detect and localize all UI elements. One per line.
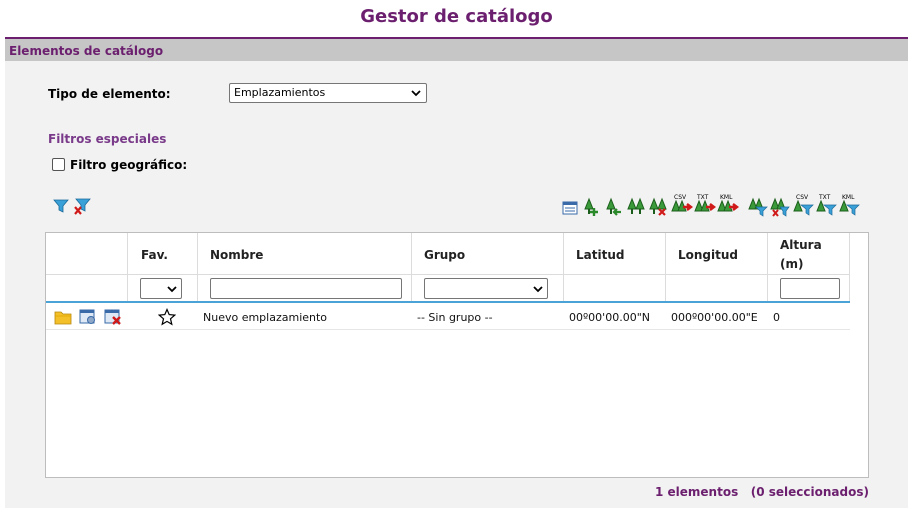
export-kml-icon[interactable]: KML — [717, 193, 739, 217]
fav-filter-select[interactable] — [140, 278, 182, 299]
filter-cell-altura — [768, 275, 850, 301]
page-title: Gestor de catálogo — [360, 6, 553, 27]
cell-nombre: Nuevo emplazamiento — [203, 311, 328, 324]
filtered-sites-icon[interactable] — [748, 197, 768, 217]
col-actions — [46, 233, 128, 274]
export-csv-icon[interactable]: CSV — [671, 193, 693, 217]
nombre-filter-input[interactable] — [210, 278, 402, 299]
chevron-down-icon — [533, 286, 543, 293]
col-grupo-title: Grupo — [424, 248, 466, 262]
table-row[interactable]: Nuevo emplazamiento -- Sin grupo -- 00º0… — [46, 304, 850, 330]
cell-grupo: -- Sin grupo -- — [417, 311, 493, 324]
import-site-icon[interactable] — [604, 197, 622, 217]
grupo-filter-select[interactable] — [424, 278, 548, 299]
altura-filter-input[interactable] — [780, 278, 840, 299]
filter-row — [46, 275, 850, 303]
txt-tag-2: TXT — [818, 194, 831, 201]
filter-cell-nombre — [198, 275, 412, 301]
col-altura-title: Altura — [780, 238, 822, 252]
col-altura[interactable]: Altura (m) — [768, 233, 850, 274]
export-filtered-csv-icon[interactable]: CSV — [793, 193, 815, 217]
col-nombre-title: Nombre — [210, 248, 264, 262]
txt-tag: TXT — [696, 194, 709, 201]
col-latitud-title: Latitud — [576, 248, 625, 262]
filter-icon[interactable] — [53, 198, 69, 214]
chevron-down-icon — [411, 90, 421, 97]
tipo-elemento-select[interactable]: Emplazamientos — [229, 83, 427, 103]
element-count: 1 elementos (0 seleccionados) — [655, 485, 869, 499]
delete-filtered-icon[interactable] — [770, 197, 790, 217]
clear-filter-icon[interactable] — [73, 198, 91, 216]
export-txt-icon[interactable]: TXT — [694, 193, 716, 217]
col-fav-title: Fav. — [141, 248, 168, 262]
delete-sites-icon[interactable] — [649, 197, 667, 217]
table-header: Fav. Nombre Grupo Latitud Longitud Altur… — [46, 233, 850, 275]
filtros-especiales-title: Filtros especiales — [48, 132, 167, 146]
edit-properties-icon[interactable] — [79, 309, 97, 325]
folder-icon[interactable] — [54, 309, 72, 325]
filter-cell-actions — [46, 275, 128, 301]
filtro-geografico-checkbox[interactable] — [52, 158, 65, 171]
col-nombre[interactable]: Nombre — [198, 233, 412, 274]
filter-cell-grupo — [412, 275, 564, 301]
filter-cell-fav — [128, 275, 198, 301]
col-grupo[interactable]: Grupo — [412, 233, 564, 274]
col-longitud-title: Longitud — [678, 248, 739, 262]
cell-longitud: 000º00'00.00"E — [671, 311, 758, 324]
delete-row-icon[interactable] — [104, 309, 122, 325]
cell-altura: 0 — [773, 311, 780, 324]
tipo-elemento-value: Emplazamientos — [234, 86, 326, 99]
add-site-icon[interactable] — [582, 197, 600, 217]
favorite-star-icon[interactable] — [158, 308, 176, 326]
export-filtered-txt-icon[interactable]: TXT — [816, 193, 838, 217]
tipo-elemento-label: Tipo de elemento: — [48, 87, 171, 101]
col-fav[interactable]: Fav. — [128, 233, 198, 274]
filter-cell-longitud — [666, 275, 768, 301]
filtro-geografico-label: Filtro geográfico: — [70, 158, 188, 172]
catalog-panel: Elementos de catálogo Tipo de elemento: … — [5, 37, 908, 508]
cell-latitud: 00º00'00.00"N — [569, 311, 650, 324]
catalog-table: Fav. Nombre Grupo Latitud Longitud Altur… — [45, 232, 869, 478]
sites-icon[interactable] — [627, 197, 645, 217]
filter-cell-latitud — [564, 275, 666, 301]
export-filtered-kml-icon[interactable]: KML — [839, 193, 861, 217]
panel-header: Elementos de catálogo — [5, 37, 908, 61]
select-columns-icon[interactable] — [562, 200, 578, 216]
col-altura-unit: (m) — [780, 257, 804, 271]
col-longitud[interactable]: Longitud — [666, 233, 768, 274]
chevron-down-icon — [167, 286, 177, 293]
col-latitud[interactable]: Latitud — [564, 233, 666, 274]
